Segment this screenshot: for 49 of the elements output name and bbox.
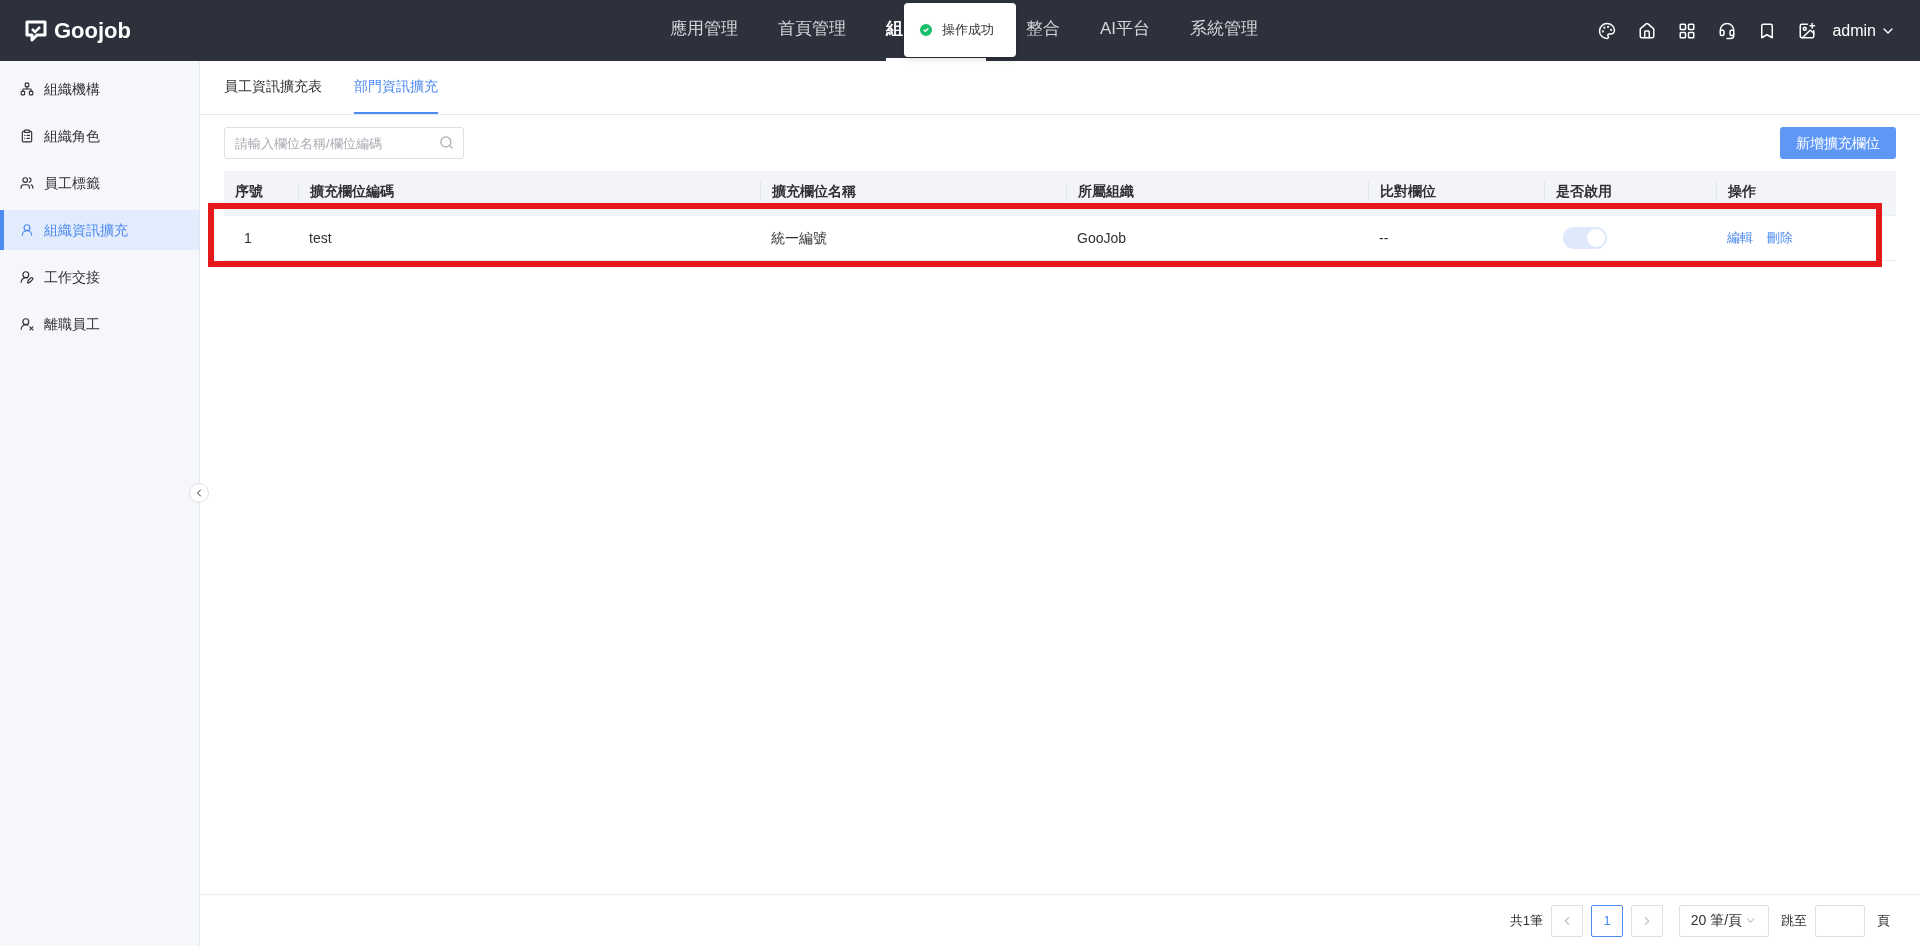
column-header: 是否啟用 bbox=[1556, 182, 1612, 201]
people-icon bbox=[20, 176, 34, 190]
user-edit-icon bbox=[20, 270, 34, 284]
user-remove-icon bbox=[20, 317, 34, 331]
tab[interactable]: 部門資訊擴充 bbox=[354, 61, 438, 114]
search-icon bbox=[439, 135, 454, 150]
column-header: 擴充欄位名稱 bbox=[772, 182, 856, 201]
column-header: 所屬組織 bbox=[1078, 182, 1134, 201]
tab[interactable]: 員工資訊擴充表 bbox=[224, 61, 322, 114]
sidebar-item[interactable]: 組織機構 bbox=[0, 69, 199, 109]
table-cell: -- bbox=[1379, 229, 1389, 246]
document-icon bbox=[20, 129, 34, 143]
headset-icon[interactable] bbox=[1718, 21, 1737, 40]
nav-tab[interactable]: 整合 bbox=[1026, 0, 1060, 61]
org-chart-icon bbox=[20, 82, 34, 96]
nav-tab[interactable]: 應用管理 bbox=[670, 0, 738, 61]
jump-label: 跳至 bbox=[1781, 911, 1807, 930]
table-cell: 統一編號 bbox=[771, 229, 827, 246]
grid-icon[interactable] bbox=[1678, 21, 1697, 40]
search-field[interactable]: 請輸入欄位名稱/欄位編碼 bbox=[224, 127, 464, 159]
user-icon bbox=[20, 223, 34, 237]
table-cell: GooJob bbox=[1077, 229, 1127, 246]
home-icon[interactable] bbox=[1638, 21, 1657, 40]
sidebar-item[interactable]: 員工標籤 bbox=[0, 163, 199, 203]
column-header: 序號 bbox=[235, 182, 263, 201]
user-menu[interactable]: admin bbox=[1832, 18, 1896, 43]
table-cell: test bbox=[309, 229, 332, 246]
image-add-icon[interactable] bbox=[1798, 21, 1817, 40]
page-suffix: 頁 bbox=[1877, 911, 1890, 930]
column-header: 比對欄位 bbox=[1380, 182, 1436, 201]
palette-icon[interactable] bbox=[1598, 21, 1617, 40]
sidebar-item[interactable]: 工作交接 bbox=[0, 257, 199, 297]
page-size-select[interactable]: 20 筆/頁 bbox=[1679, 904, 1769, 937]
collapse-button[interactable] bbox=[189, 483, 209, 503]
page-button[interactable]: 1 bbox=[1591, 904, 1623, 937]
column-header: 操作 bbox=[1728, 182, 1756, 201]
logo-icon bbox=[24, 18, 48, 43]
table-cell: 1 bbox=[244, 229, 252, 246]
nav-tab[interactable]: 系統管理 bbox=[1190, 0, 1259, 61]
page-input[interactable] bbox=[1815, 904, 1865, 937]
check-icon bbox=[918, 22, 934, 38]
sidebar-item[interactable]: 離職員工 bbox=[0, 304, 199, 344]
nav-tab[interactable]: AI平台 bbox=[1100, 0, 1151, 61]
total-count: 共1筆 bbox=[1509, 911, 1543, 930]
sidebar-item[interactable]: 組織角色 bbox=[0, 116, 199, 156]
nav-tab[interactable]: 首頁管理 bbox=[778, 0, 846, 61]
toast-message: 操作成功 bbox=[942, 21, 994, 40]
column-header: 擴充欄位編碼 bbox=[310, 182, 394, 201]
logo-text: Goojob bbox=[54, 17, 131, 45]
